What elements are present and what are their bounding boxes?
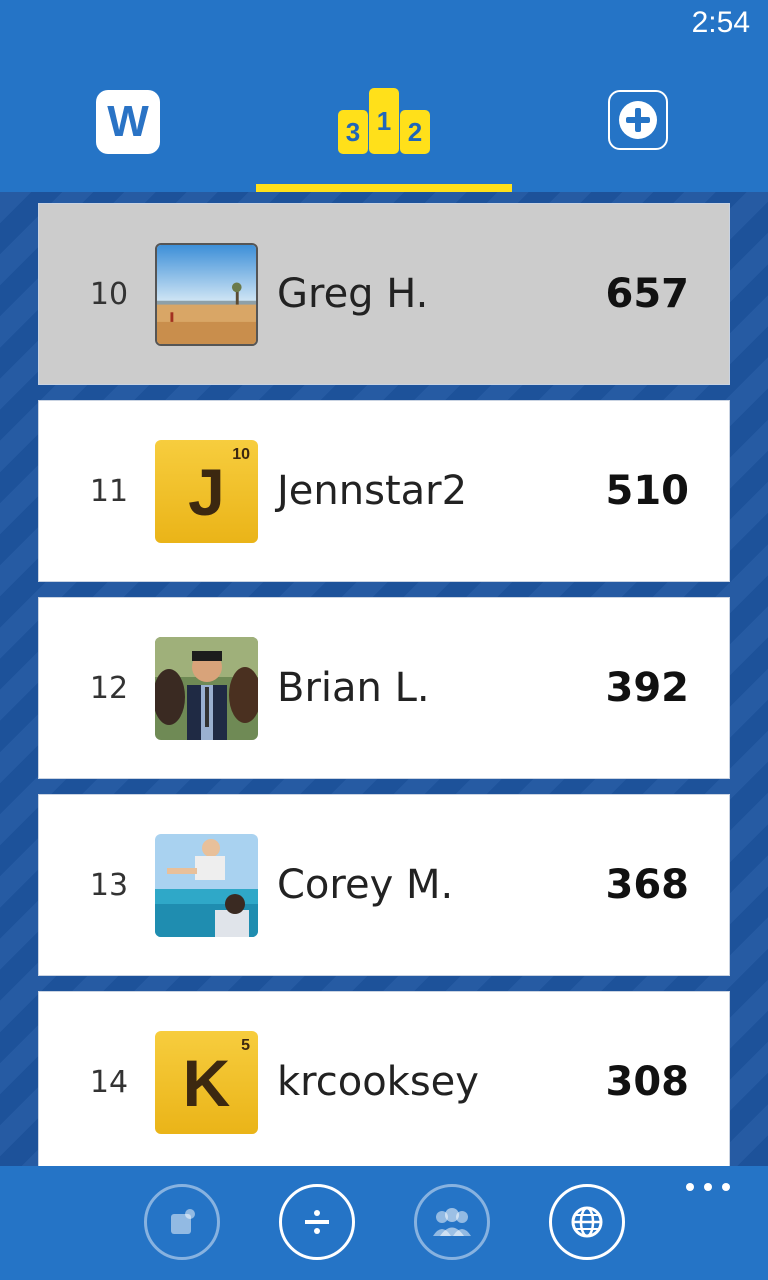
- new-note-button[interactable]: [144, 1184, 220, 1260]
- podium-first: 1: [369, 88, 399, 154]
- player-score: 308: [605, 1059, 690, 1105]
- friends-button[interactable]: [414, 1184, 490, 1260]
- player-name: Brian L.: [277, 665, 430, 711]
- player-name: Jennstar2: [277, 468, 468, 514]
- avatar: [155, 243, 258, 346]
- leaderboard-tab-podium-icon[interactable]: 3 1 2: [338, 88, 430, 154]
- app-header: 2:54 W 3 1 2: [0, 0, 768, 192]
- player-score: 657: [605, 271, 690, 317]
- people-icon: [433, 1208, 471, 1236]
- rank-number: 14: [89, 1064, 129, 1100]
- active-tab-indicator: [256, 184, 512, 192]
- avatar: [155, 834, 258, 937]
- player-name: Greg H.: [277, 271, 429, 317]
- leaderboard-row[interactable]: 10 Greg H. 657: [38, 203, 730, 385]
- leaderboard-row[interactable]: 13 Corey M. 368: [38, 794, 730, 976]
- player-score: 392: [605, 665, 690, 711]
- games-tab-logo[interactable]: W: [96, 90, 160, 154]
- player-name: Corey M.: [277, 862, 454, 908]
- globe-icon: [571, 1206, 603, 1238]
- new-note-icon: [171, 1209, 195, 1234]
- tile-points: 5: [241, 1037, 250, 1054]
- player-score: 510: [605, 468, 690, 514]
- plus-icon: [619, 101, 657, 139]
- app-bar: [0, 1166, 768, 1280]
- divide-button[interactable]: [279, 1184, 355, 1260]
- new-game-button[interactable]: [608, 90, 668, 150]
- rank-number: 10: [89, 276, 129, 312]
- rank-number: 11: [89, 473, 129, 509]
- podium-second: 2: [400, 110, 430, 154]
- status-time: 2:54: [691, 6, 750, 39]
- rank-number: 13: [89, 867, 129, 903]
- avatar: [155, 637, 258, 740]
- logo-letter: W: [107, 97, 149, 146]
- letter-tile-avatar: K 5: [155, 1031, 258, 1134]
- divide-icon: [305, 1210, 329, 1234]
- player-score: 368: [605, 862, 690, 908]
- more-icon[interactable]: [686, 1180, 730, 1194]
- letter-tile-avatar: J 10: [155, 440, 258, 543]
- leaderboard-row[interactable]: 12 Brian L. 392: [38, 597, 730, 779]
- rank-number: 12: [89, 670, 129, 706]
- global-leaderboard-button[interactable]: [549, 1184, 625, 1260]
- tile-points: 10: [232, 446, 250, 463]
- podium-third: 3: [338, 110, 368, 154]
- player-name: krcooksey: [277, 1059, 479, 1105]
- leaderboard-row[interactable]: 11 J 10 Jennstar2 510: [38, 400, 730, 582]
- leaderboard-row[interactable]: 14 K 5 krcooksey 308: [38, 991, 730, 1173]
